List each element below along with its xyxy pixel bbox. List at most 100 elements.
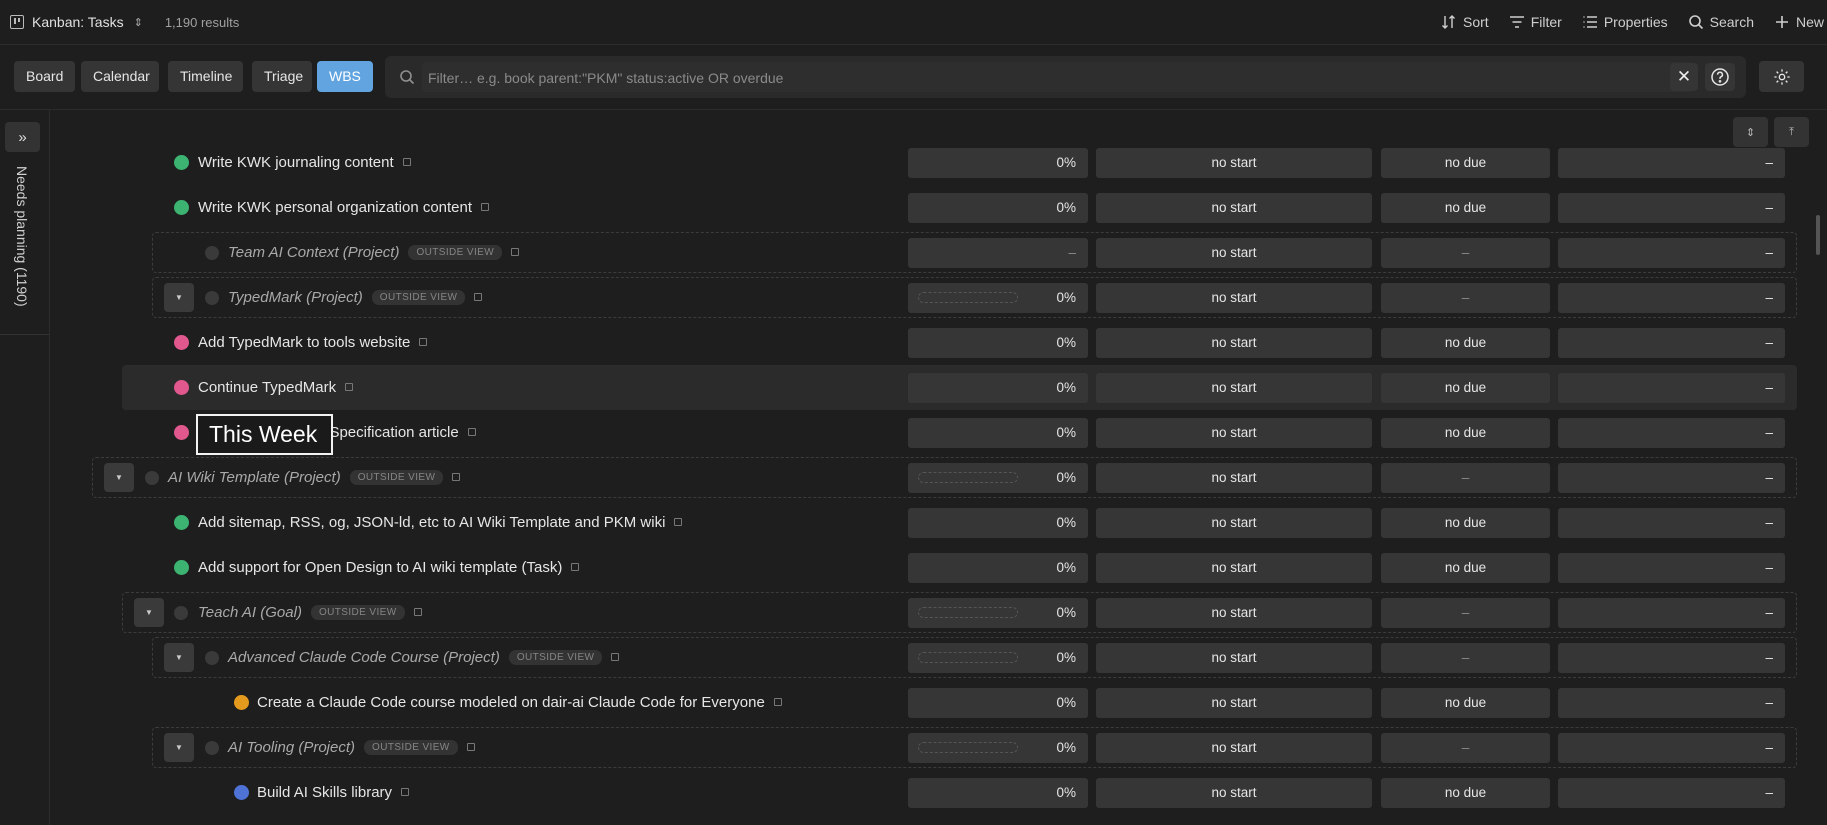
due-date-cell[interactable]: no due <box>1381 553 1550 583</box>
progress-cell[interactable]: 0% <box>908 733 1088 763</box>
extra-field-cell[interactable]: – <box>1558 328 1785 358</box>
start-date-cell[interactable]: no start <box>1096 463 1372 493</box>
start-date-cell[interactable]: no start <box>1096 643 1372 673</box>
status-dot[interactable] <box>174 200 189 215</box>
help-button[interactable] <box>1705 63 1735 91</box>
properties-button[interactable]: Properties <box>1582 14 1668 30</box>
status-dot[interactable] <box>234 785 249 800</box>
row-title[interactable]: Team AI Context (Project) OUTSIDE VIEW <box>228 230 520 275</box>
start-date-cell[interactable]: no start <box>1096 778 1372 808</box>
progress-cell[interactable]: 0% <box>908 283 1088 313</box>
extra-field-cell[interactable]: – <box>1558 373 1785 403</box>
task-row[interactable]: Add support for Open Design to AI wiki t… <box>0 545 1827 590</box>
status-dot[interactable] <box>174 335 189 350</box>
status-dot[interactable] <box>205 246 219 260</box>
start-date-cell[interactable]: no start <box>1096 418 1372 448</box>
row-title[interactable]: Write KWK personal organization content <box>198 185 490 230</box>
extra-field-cell[interactable]: – <box>1558 418 1785 448</box>
status-dot[interactable] <box>145 471 159 485</box>
row-title[interactable]: Add TypedMark to tools website <box>198 320 428 365</box>
extra-field-cell[interactable]: – <box>1558 148 1785 178</box>
title-area[interactable]: Kanban: Tasks ⇕ 1,190 results <box>10 0 239 44</box>
status-dot[interactable] <box>174 380 189 395</box>
open-link-icon[interactable] <box>674 518 683 527</box>
task-row[interactable]: Add sitemap, RSS, og, JSON-ld, etc to AI… <box>0 500 1827 545</box>
status-dot[interactable] <box>234 695 249 710</box>
context-row[interactable]: Team AI Context (Project) OUTSIDE VIEW – no… <box>0 230 1827 275</box>
due-date-cell[interactable]: no due <box>1381 418 1550 448</box>
open-link-icon[interactable] <box>467 428 476 437</box>
extra-field-cell[interactable]: – <box>1558 733 1785 763</box>
start-date-cell[interactable]: no start <box>1096 193 1372 223</box>
due-date-cell[interactable]: – <box>1381 238 1550 268</box>
view-title[interactable]: Kanban: Tasks <box>32 14 124 30</box>
start-date-cell[interactable]: no start <box>1096 283 1372 313</box>
task-row[interactable]: Create a Claude Code course modeled on d… <box>0 680 1827 725</box>
start-date-cell[interactable]: no start <box>1096 688 1372 718</box>
open-link-icon[interactable] <box>452 473 461 482</box>
row-title[interactable]: Continue TypedMark <box>198 365 354 410</box>
search-button[interactable]: Search <box>1688 14 1754 30</box>
extra-field-cell[interactable]: – <box>1558 643 1785 673</box>
open-link-icon[interactable] <box>401 788 410 797</box>
open-link-icon[interactable] <box>474 293 483 302</box>
open-link-icon[interactable] <box>345 383 354 392</box>
extra-field-cell[interactable]: – <box>1558 553 1785 583</box>
due-date-cell[interactable]: – <box>1381 463 1550 493</box>
row-title[interactable]: Add support for Open Design to AI wiki t… <box>198 545 580 590</box>
row-title[interactable]: Advanced Claude Code Course (Project) OUT… <box>228 635 620 680</box>
status-dot[interactable] <box>174 606 188 620</box>
context-row[interactable]: ▼ AI Wiki Template (Project) OUTSIDE VIEW 0… <box>0 455 1827 500</box>
due-date-cell[interactable]: – <box>1381 598 1550 628</box>
progress-cell[interactable]: 0% <box>908 643 1088 673</box>
due-date-cell[interactable]: no due <box>1381 193 1550 223</box>
start-date-cell[interactable]: no start <box>1096 508 1372 538</box>
tab-wbs[interactable]: WBS <box>317 61 373 92</box>
extra-field-cell[interactable]: – <box>1558 238 1785 268</box>
open-link-icon[interactable] <box>511 248 520 257</box>
extra-field-cell[interactable]: – <box>1558 283 1785 313</box>
open-link-icon[interactable] <box>419 338 428 347</box>
collapse-toggle-button[interactable]: ▼ <box>164 643 194 672</box>
progress-cell[interactable]: – <box>908 238 1088 268</box>
sort-button[interactable]: Sort <box>1441 14 1489 30</box>
progress-cell[interactable]: 0% <box>908 508 1088 538</box>
progress-cell[interactable]: 0% <box>908 373 1088 403</box>
due-date-cell[interactable]: no due <box>1381 373 1550 403</box>
start-date-cell[interactable]: no start <box>1096 238 1372 268</box>
settings-button[interactable] <box>1759 61 1804 92</box>
context-row[interactable]: ▼ TypedMark (Project) OUTSIDE VIEW 0% no sta… <box>0 275 1827 320</box>
start-date-cell[interactable]: no start <box>1096 328 1372 358</box>
start-date-cell[interactable]: no start <box>1096 553 1372 583</box>
progress-cell[interactable]: 0% <box>908 598 1088 628</box>
progress-cell[interactable]: 0% <box>908 193 1088 223</box>
progress-cell[interactable]: 0% <box>908 418 1088 448</box>
due-date-cell[interactable]: no due <box>1381 508 1550 538</box>
task-row[interactable]: Write KWK personal organization content 0… <box>0 185 1827 230</box>
due-date-cell[interactable]: no due <box>1381 688 1550 718</box>
row-title[interactable]: AI Tooling (Project) OUTSIDE VIEW <box>228 725 475 770</box>
tab-timeline[interactable]: Timeline <box>168 61 243 92</box>
open-link-icon[interactable] <box>413 608 422 617</box>
extra-field-cell[interactable]: – <box>1558 688 1785 718</box>
task-row[interactable]: Add TypedMark to tools website 0% no start… <box>0 320 1827 365</box>
collapse-toggle-button[interactable]: ▼ <box>134 598 164 627</box>
status-dot[interactable] <box>205 291 219 305</box>
due-date-cell[interactable]: – <box>1381 733 1550 763</box>
open-link-icon[interactable] <box>466 743 475 752</box>
progress-cell[interactable]: 0% <box>908 688 1088 718</box>
row-title[interactable]: TypedMark (Project) OUTSIDE VIEW <box>228 275 483 320</box>
open-link-icon[interactable] <box>481 203 490 212</box>
open-link-icon[interactable] <box>402 158 411 167</box>
extra-field-cell[interactable]: – <box>1558 193 1785 223</box>
task-row[interactable]: Write KWK journaling content 0% no start no… <box>0 140 1827 185</box>
new-button[interactable]: New <box>1774 14 1824 30</box>
due-date-cell[interactable]: – <box>1381 643 1550 673</box>
row-title[interactable]: Teach AI (Goal) OUTSIDE VIEW <box>198 590 422 635</box>
extra-field-cell[interactable]: – <box>1558 463 1785 493</box>
start-date-cell[interactable]: no start <box>1096 148 1372 178</box>
scrollbar-thumb[interactable] <box>1816 215 1820 255</box>
start-date-cell[interactable]: no start <box>1096 598 1372 628</box>
context-row[interactable]: ▼ Advanced Claude Code Course (Project) OU… <box>0 635 1827 680</box>
tab-board[interactable]: Board <box>14 61 75 92</box>
